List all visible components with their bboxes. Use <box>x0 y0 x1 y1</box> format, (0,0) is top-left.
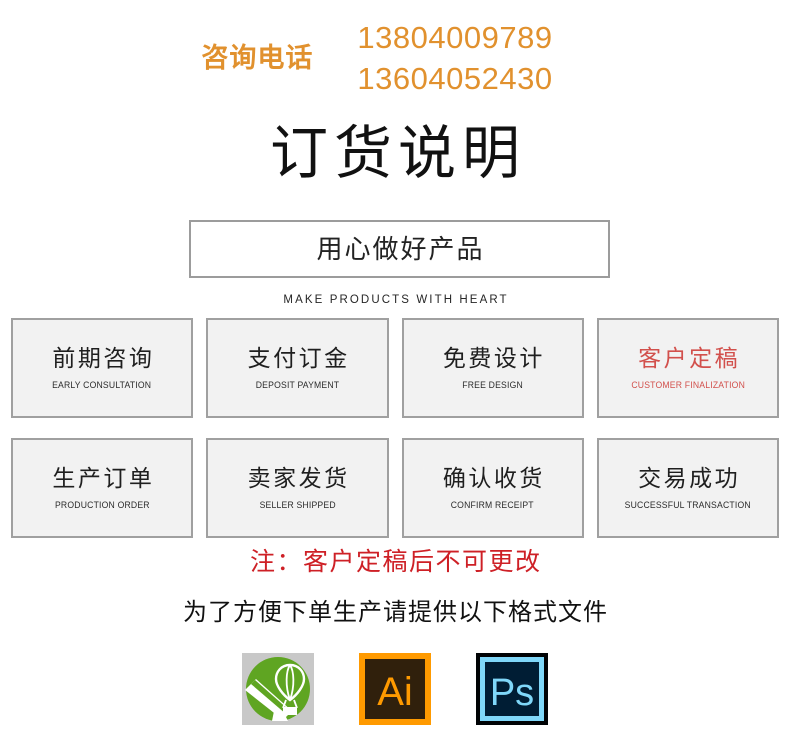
contact-header: 咨询电话 13804009789 13604052430 <box>0 21 790 96</box>
contact-label: 咨询电话 <box>201 43 314 74</box>
phone-number-secondary[interactable]: 13604052430 <box>357 62 552 96</box>
page-title: 订货说明 <box>269 121 526 186</box>
step-label-cn: 卖家发货 <box>247 464 350 491</box>
slogan-box: 用心做好产品 <box>189 220 610 278</box>
photoshop-icon: Ps <box>476 653 548 725</box>
step-label-en: CUSTOMER FINALIZATION <box>631 379 745 390</box>
step-label-cn: 客户定稿 <box>638 344 741 371</box>
illustrator-icon: Ai <box>359 653 431 725</box>
step-cell-3[interactable]: 免费设计 FREE DESIGN <box>401 318 584 418</box>
step-label-en: EARLY CONSULTATION <box>52 379 152 390</box>
step-label-cn: 支付订金 <box>247 344 350 371</box>
slogan-text-cn: 用心做好产品 <box>316 234 485 264</box>
step-label-cn: 确认收货 <box>442 464 545 491</box>
step-label-en: FREE DESIGN <box>462 379 523 390</box>
coreldraw-icon <box>242 653 314 725</box>
step-label-cn: 生产订单 <box>52 464 155 491</box>
step-label-cn: 交易成功 <box>638 464 741 491</box>
step-label-cn: 前期咨询 <box>52 344 155 371</box>
warning-note: 注：客户定稿后不可更改 <box>249 548 542 576</box>
step-cell-1[interactable]: 前期咨询 EARLY CONSULTATION <box>11 318 194 418</box>
svg-text:Ps: Ps <box>490 672 534 714</box>
step-cell-6[interactable]: 卖家发货 SELLER SHIPPED <box>206 438 389 538</box>
step-cell-8[interactable]: 交易成功 SUCCESSFUL TRANSACTION <box>596 438 779 538</box>
step-label-en: CONFIRM RECEIPT <box>451 499 535 510</box>
order-process-steps: 前期咨询 EARLY CONSULTATION 支付订金 DEPOSIT PAY… <box>11 318 779 538</box>
step-cell-4-highlighted[interactable]: 客户定稿 CUSTOMER FINALIZATION <box>596 318 779 418</box>
file-format-hint: 为了方便下单生产请提供以下格式文件 <box>183 599 608 626</box>
file-format-icon-row: Ai Ps <box>0 653 790 725</box>
step-label-en: SELLER SHIPPED <box>259 499 336 510</box>
step-cell-5[interactable]: 生产订单 PRODUCTION ORDER <box>11 438 194 538</box>
phone-number-primary[interactable]: 13804009789 <box>357 21 552 55</box>
phone-number-list: 13804009789 13604052430 <box>357 21 552 96</box>
slogan-text-en: MAKE PRODUCTS WITH HEART <box>283 294 509 306</box>
svg-text:Ai: Ai <box>377 670 413 714</box>
step-label-en: SUCCESSFUL TRANSACTION <box>624 499 751 510</box>
step-label-cn: 免费设计 <box>442 344 545 371</box>
step-label-en: PRODUCTION ORDER <box>54 499 150 510</box>
step-cell-7[interactable]: 确认收货 CONFIRM RECEIPT <box>401 438 584 538</box>
step-label-en: DEPOSIT PAYMENT <box>255 379 340 390</box>
step-cell-2[interactable]: 支付订金 DEPOSIT PAYMENT <box>206 318 389 418</box>
